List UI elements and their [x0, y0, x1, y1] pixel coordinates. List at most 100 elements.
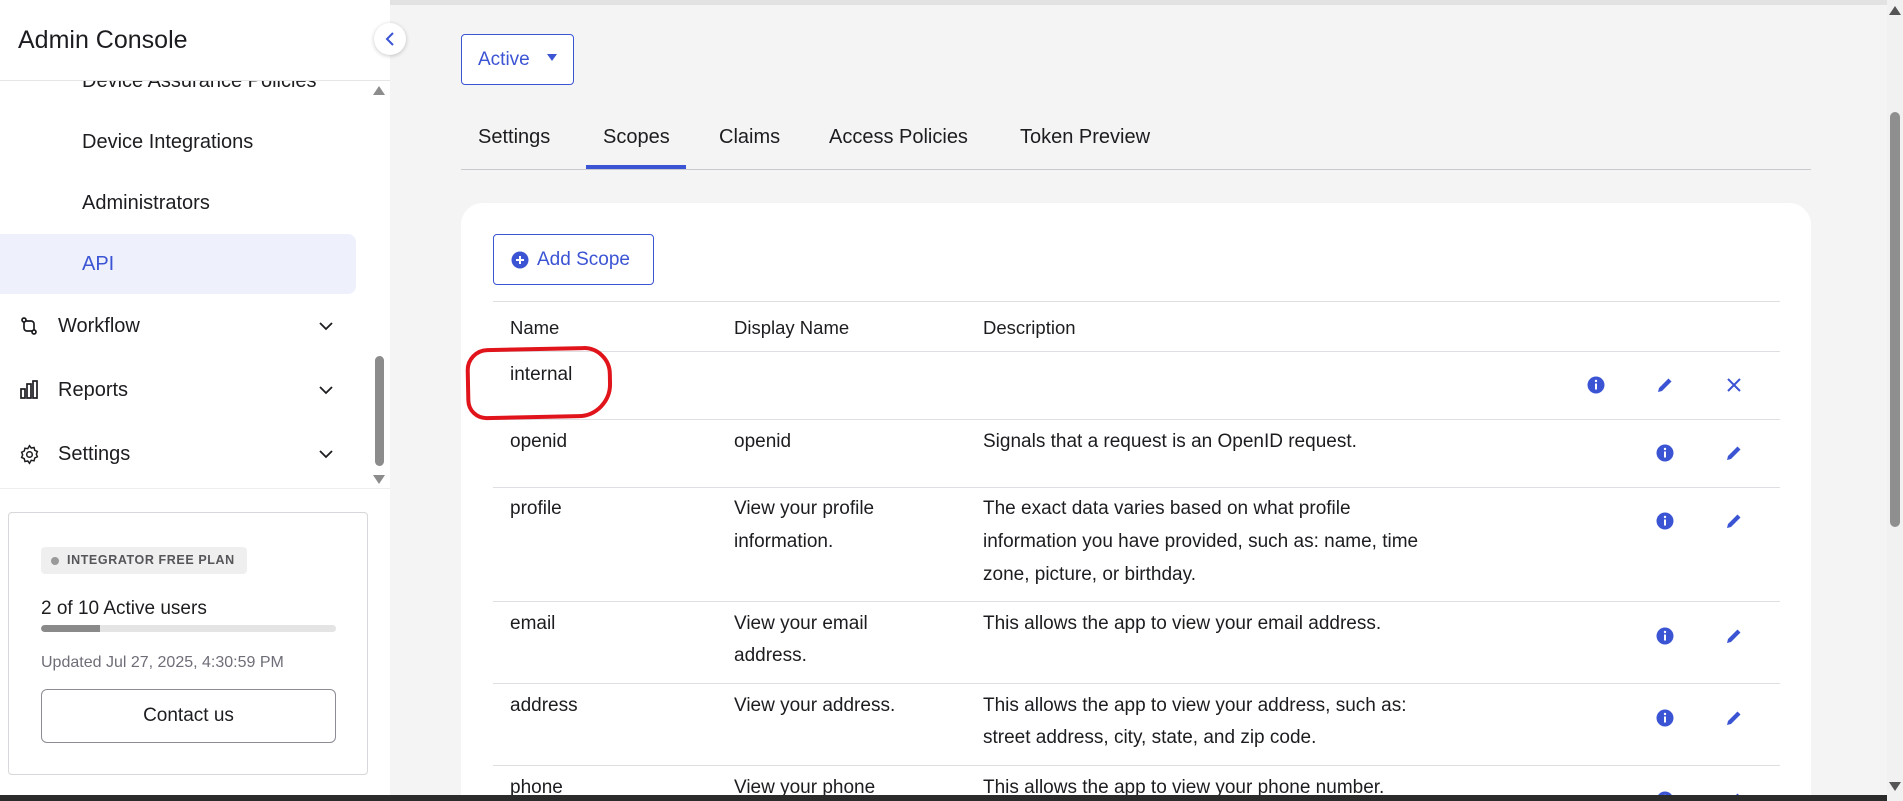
sidebar-item-api[interactable]: API: [82, 253, 114, 276]
scope-display-name-line: address.: [734, 645, 807, 666]
sidebar-item-device-assurance-policies[interactable]: Device Assurance Policies: [82, 81, 317, 93]
info-icon: [1656, 512, 1674, 530]
tab-bar: Settings Scopes Claims Access Policies T…: [461, 118, 1811, 170]
sidebar-group-reports[interactable]: Reports: [18, 375, 338, 405]
app-title: Admin Console: [18, 26, 188, 54]
scroll-up-arrow-icon[interactable]: [373, 86, 385, 95]
info-icon: [1656, 709, 1674, 727]
status-dropdown[interactable]: Active: [461, 34, 574, 85]
info-button[interactable]: [1654, 442, 1676, 464]
add-scope-button[interactable]: Add Scope: [493, 234, 654, 285]
pencil-icon: [1725, 444, 1743, 462]
scope-name: email: [510, 613, 556, 634]
tab-token-preview[interactable]: Token Preview: [1020, 126, 1150, 149]
chevron-down-icon: [318, 446, 334, 462]
scope-name: profile: [510, 498, 562, 519]
delete-button[interactable]: [1723, 374, 1745, 396]
sidebar-item-device-integrations[interactable]: Device Integrations: [82, 131, 253, 154]
edit-button[interactable]: [1723, 442, 1745, 464]
tab-claims[interactable]: Claims: [719, 126, 780, 149]
sidebar-item-api-highlight: [0, 234, 356, 294]
scope-display-name-line: information.: [734, 531, 834, 552]
reports-icon: [18, 379, 40, 401]
pencil-icon: [1725, 709, 1743, 727]
sidebar-item-administrators[interactable]: Administrators: [82, 192, 210, 215]
edit-button[interactable]: [1654, 374, 1676, 396]
edit-button[interactable]: [1723, 625, 1745, 647]
column-header-name: Name: [510, 317, 560, 338]
plan-card: INTEGRATOR FREE PLAN 2 of 10 Active user…: [8, 512, 368, 775]
table-divider: [493, 351, 1780, 352]
table-divider: [493, 419, 1780, 420]
chevron-down-icon: [318, 318, 334, 334]
sidebar-scrollbar-thumb[interactable]: [375, 356, 384, 466]
info-button[interactable]: [1585, 374, 1607, 396]
sidebar-group-label: Reports: [58, 378, 129, 401]
plan-badge-label: INTEGRATOR FREE PLAN: [67, 553, 235, 567]
sidebar: Admin Console Device Assurance Policies …: [0, 0, 390, 801]
pencil-icon: [1656, 376, 1674, 394]
pencil-icon: [1725, 512, 1743, 530]
caret-down-icon: [547, 54, 557, 61]
info-icon: [1656, 627, 1674, 645]
sidebar-nav: Device Assurance Policies Device Integra…: [0, 81, 370, 487]
page-scrollbar-thumb[interactable]: [1890, 112, 1900, 527]
close-icon: [1727, 378, 1741, 392]
page-scrollbar[interactable]: [1887, 0, 1903, 801]
table-divider: [493, 487, 1780, 488]
table-divider: [493, 683, 1780, 684]
table-divider: [493, 765, 1780, 766]
active-users-progress-fill: [41, 625, 100, 632]
info-button[interactable]: [1654, 625, 1676, 647]
scope-description-line: information you have provided, such as: …: [983, 531, 1419, 552]
edit-button[interactable]: [1723, 510, 1745, 532]
status-dropdown-value: Active: [478, 48, 530, 70]
scope-description-line: street address, city, state, and zip cod…: [983, 727, 1317, 748]
active-tab-indicator: [586, 165, 686, 169]
scope-display-name: openid: [734, 431, 792, 452]
add-scope-label: Add Scope: [537, 248, 630, 270]
info-button[interactable]: [1654, 510, 1676, 532]
sidebar-group-label: Workflow: [58, 314, 140, 337]
scope-display-name-line: View your email: [734, 613, 868, 634]
workflow-icon: [18, 315, 40, 337]
collapse-sidebar-button[interactable]: [374, 23, 406, 55]
active-users-count: 2 of 10 Active users: [41, 598, 207, 619]
chevron-down-icon: [318, 382, 334, 398]
scroll-down-arrow-icon[interactable]: [373, 475, 385, 484]
scroll-down-arrow-icon[interactable]: [1889, 782, 1901, 791]
scroll-up-arrow-icon[interactable]: [1889, 6, 1901, 15]
tab-scopes[interactable]: Scopes: [603, 126, 670, 149]
scope-description: This allows the app to view your email a…: [983, 613, 1382, 634]
active-users-progress: [41, 625, 336, 632]
contact-us-button[interactable]: Contact us: [41, 689, 336, 743]
plan-badge: INTEGRATOR FREE PLAN: [41, 547, 247, 574]
sidebar-divider: [0, 488, 390, 489]
chevron-left-icon: [385, 32, 395, 46]
scope-description-line: The exact data varies based on what prof…: [983, 498, 1351, 519]
info-icon: [1656, 444, 1674, 462]
pencil-icon: [1725, 627, 1743, 645]
plus-circle-icon: [511, 251, 529, 269]
table-divider: [493, 601, 1780, 602]
sidebar-group-label: Settings: [58, 442, 131, 465]
sidebar-scrollbar[interactable]: [372, 86, 386, 486]
sidebar-group-settings[interactable]: Settings: [18, 439, 338, 469]
sidebar-group-workflow[interactable]: Workflow: [18, 311, 338, 341]
taskbar-edge: [0, 795, 1887, 801]
scope-description-line: This allows the app to view your address…: [983, 695, 1407, 716]
scope-description: Signals that a request is an OpenID requ…: [983, 431, 1357, 452]
info-button[interactable]: [1654, 707, 1676, 729]
tab-access-policies[interactable]: Access Policies: [829, 126, 968, 149]
scope-name: openid: [510, 431, 568, 452]
edit-button[interactable]: [1723, 707, 1745, 729]
column-header-description: Description: [983, 317, 1076, 338]
scope-display-name-line: View your profile: [734, 498, 875, 519]
plan-updated-timestamp: Updated Jul 27, 2025, 4:30:59 PM: [41, 654, 284, 671]
scope-display-name-line: View your address.: [734, 695, 896, 716]
info-icon: [1587, 376, 1605, 394]
scope-name: internal: [510, 364, 573, 385]
top-shadow-strip: [390, 0, 1887, 5]
scope-name: address: [510, 695, 578, 716]
tab-settings[interactable]: Settings: [478, 126, 550, 149]
